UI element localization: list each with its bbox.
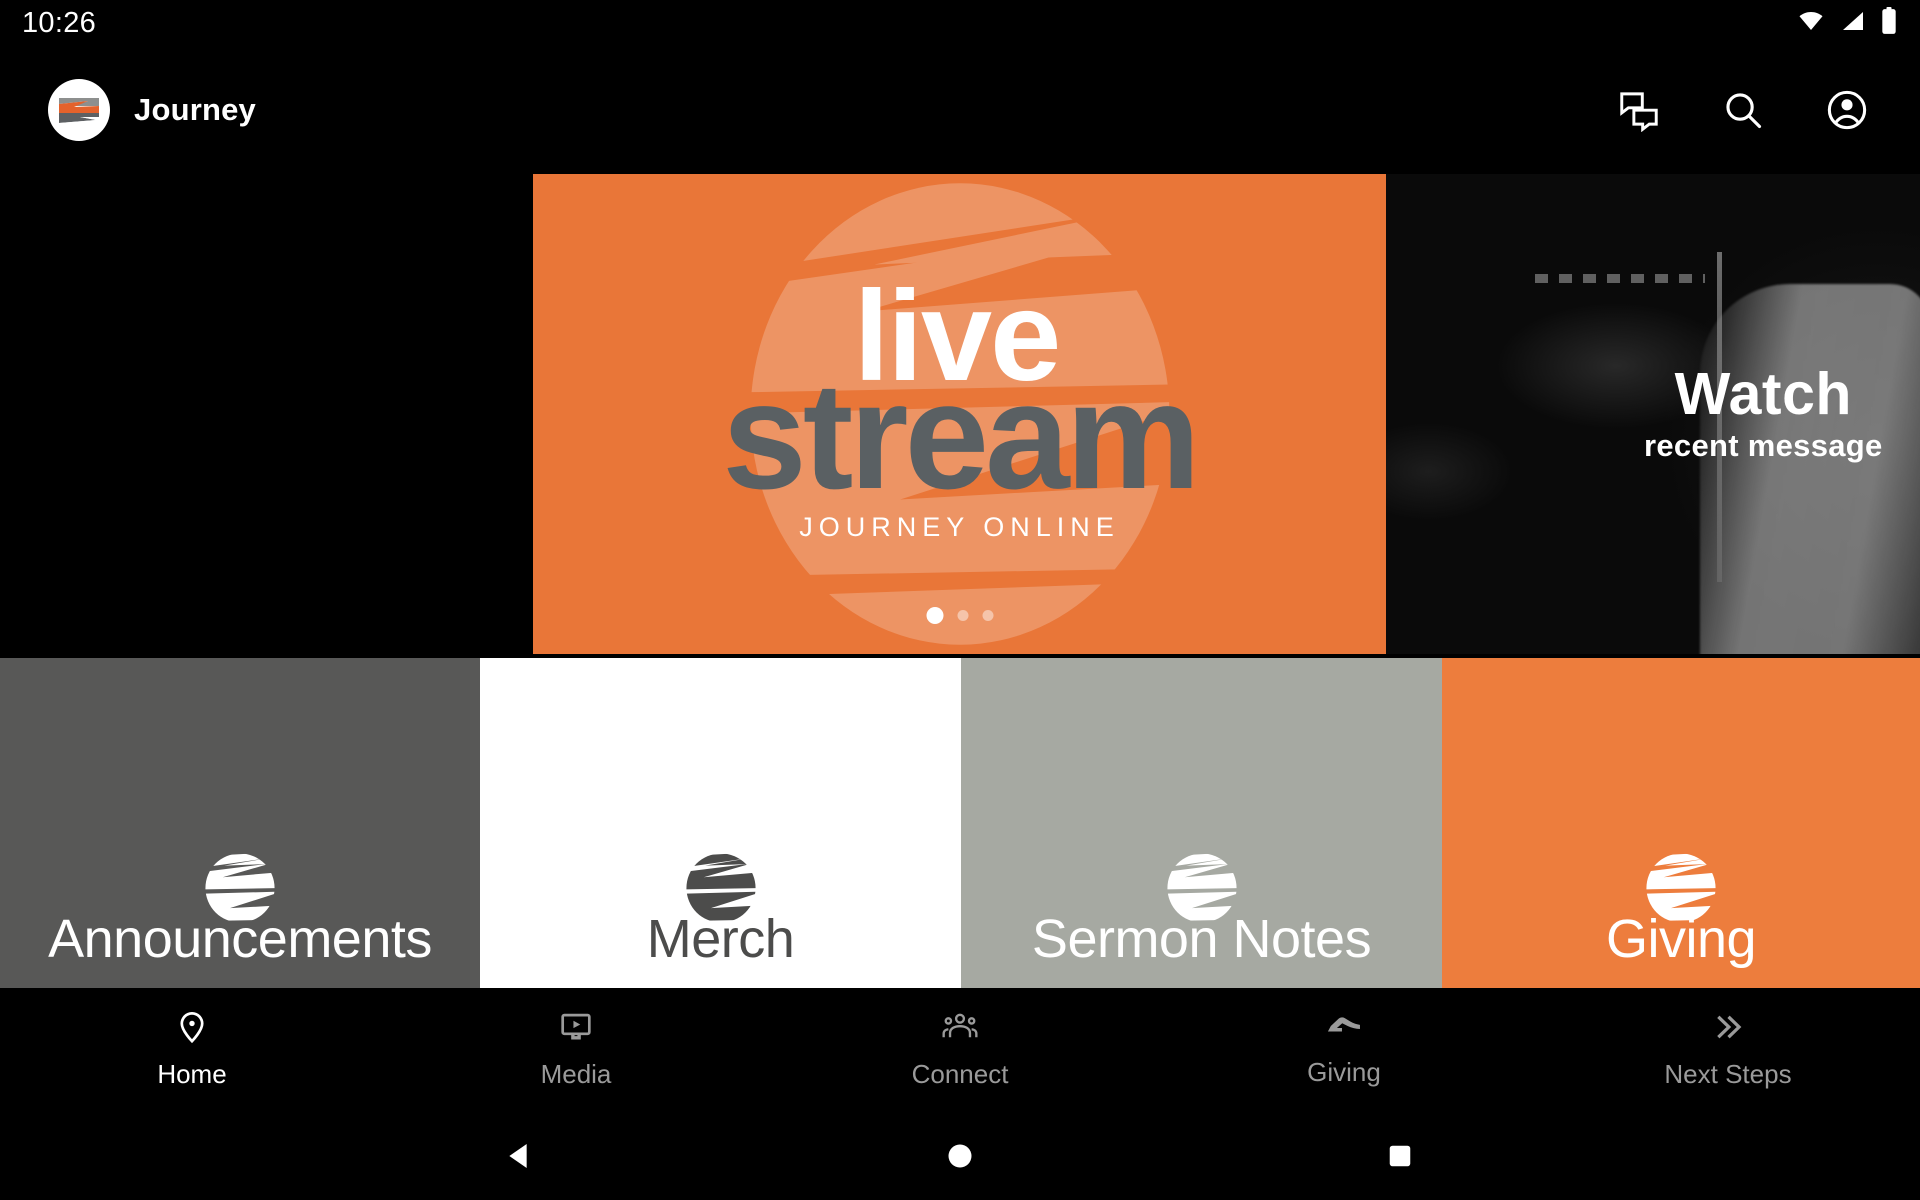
carousel-dot-2[interactable]: [957, 610, 968, 621]
tile-merch[interactable]: Merch: [480, 658, 961, 988]
nav-item-media[interactable]: Media: [384, 1010, 768, 1090]
nav-label: Media: [540, 1059, 612, 1089]
search-icon[interactable]: [1720, 87, 1766, 133]
app-bar-actions: [1616, 87, 1892, 133]
speaker-figure: [1700, 284, 1920, 654]
nav-label: Home: [157, 1059, 227, 1089]
battery-icon: [1880, 6, 1898, 40]
nav-label: Connect: [911, 1059, 1009, 1089]
live-stream-text: live stream JOURNEY ONLINE: [533, 174, 1386, 654]
app-bar: Journey: [0, 46, 1920, 174]
journey-online-subtitle: JOURNEY ONLINE: [799, 512, 1120, 543]
status-bar-clock: 10:26: [22, 6, 97, 39]
nav-item-home[interactable]: Home: [0, 1010, 384, 1090]
carousel-pagination[interactable]: [926, 607, 993, 624]
live-stream-slide[interactable]: live stream JOURNEY ONLINE: [533, 174, 1386, 654]
home-button[interactable]: [925, 1121, 995, 1191]
account-icon[interactable]: [1824, 87, 1870, 133]
nav-item-next-steps[interactable]: Next Steps: [1536, 1010, 1920, 1090]
watch-text-block: Watch recent message: [1644, 364, 1883, 464]
tile-sermon-notes[interactable]: Sermon Notes: [961, 658, 1442, 988]
android-system-nav: [0, 1112, 1920, 1200]
app-screen: 10:26 Journey live stream JOURNEY ONLINE…: [0, 0, 1920, 1200]
carousel-dot-1[interactable]: [926, 607, 943, 624]
watch-title: Watch: [1674, 360, 1852, 427]
tile-label: Announcements: [48, 909, 432, 969]
bottom-navigation-bar: Home Media Connect Giving Next Steps: [0, 988, 1920, 1112]
carousel-left-gutter: [0, 174, 533, 654]
stage-truss-lights: [1535, 274, 1705, 283]
status-bar: 10:26: [0, 0, 1920, 46]
watch-recent-message-slide[interactable]: Watch recent message: [1386, 174, 1920, 654]
hero-carousel[interactable]: live stream JOURNEY ONLINE Watch recent …: [0, 174, 1920, 654]
status-bar-icons: [1796, 6, 1898, 40]
nav-item-giving[interactable]: Giving: [1152, 1012, 1536, 1088]
tile-announcements[interactable]: Announcements: [0, 658, 480, 988]
journey-logo-icon: [48, 79, 110, 141]
live-word: live: [853, 264, 1061, 408]
brand-area[interactable]: Journey: [48, 79, 256, 141]
tile-label: Merch: [646, 909, 795, 969]
people-group-icon: [942, 1010, 978, 1049]
location-pin-icon: [175, 1010, 209, 1049]
cellular-signal-icon: [1839, 9, 1867, 38]
tile-giving[interactable]: Giving: [1442, 658, 1920, 988]
watch-subtitle: recent message: [1644, 428, 1883, 464]
tv-play-icon: [559, 1010, 593, 1049]
double-chevron-right-icon: [1710, 1010, 1746, 1049]
quick-links-grid: Announcements Merch Sermon Notes Giving: [0, 658, 1920, 988]
wifi-icon: [1796, 9, 1826, 38]
open-hand-icon: [1325, 1012, 1363, 1047]
app-title: Journey: [134, 92, 256, 127]
nav-label: Next Steps: [1664, 1059, 1792, 1089]
nav-item-connect[interactable]: Connect: [768, 1010, 1152, 1090]
carousel-dot-3[interactable]: [982, 610, 993, 621]
back-button[interactable]: [485, 1121, 555, 1191]
tile-label: Giving: [1605, 909, 1757, 969]
nav-label: Giving: [1307, 1057, 1381, 1087]
chat-icon[interactable]: [1616, 87, 1662, 133]
tile-label: Sermon Notes: [1031, 909, 1372, 969]
recents-button[interactable]: [1365, 1121, 1435, 1191]
